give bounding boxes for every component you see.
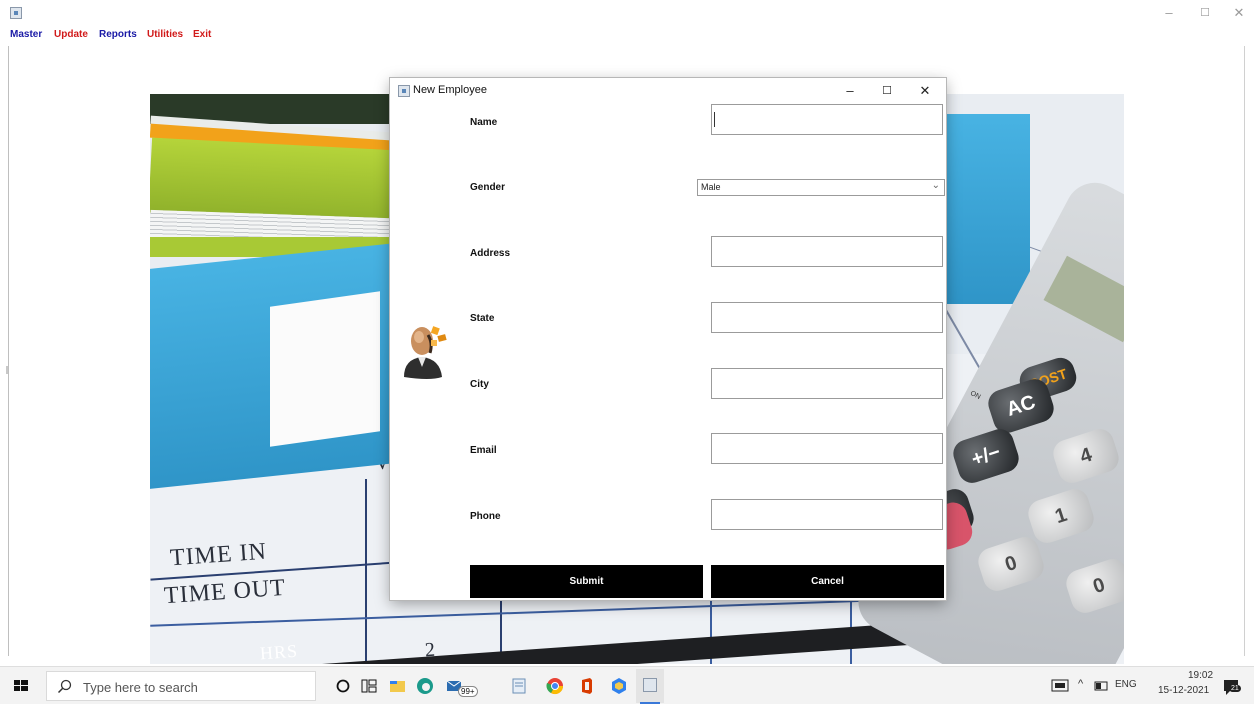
employee-avatar-icon xyxy=(404,326,447,379)
cortana-icon[interactable] xyxy=(332,675,354,697)
right-border xyxy=(1244,46,1245,656)
language-indicator[interactable]: ENG xyxy=(1115,679,1137,690)
search-placeholder: Type here to search xyxy=(83,680,198,695)
title-bar: – ☐ ✕ xyxy=(0,0,1254,26)
taskbar-search-box[interactable]: Type here to search xyxy=(46,671,316,701)
email-label: Email xyxy=(470,445,497,456)
gender-label: Gender xyxy=(470,182,506,193)
search-icon xyxy=(57,679,72,694)
new-employee-dialog: New Employee – ☐ ✕ Name Gender Address S… xyxy=(390,78,946,600)
java-app-icon xyxy=(10,7,22,19)
java-app-icon xyxy=(398,85,410,97)
task-view-icon[interactable] xyxy=(358,675,380,697)
office-icon[interactable] xyxy=(576,675,598,697)
grid-line xyxy=(365,479,367,664)
dialog-title: New Employee xyxy=(413,84,487,96)
menu-exit[interactable]: Exit xyxy=(193,29,211,40)
windows-start-icon[interactable] xyxy=(10,675,32,697)
left-border-mark xyxy=(6,366,8,374)
app-hexagon-icon[interactable] xyxy=(608,675,630,697)
maximize-button[interactable]: ☐ xyxy=(1194,4,1216,22)
clock-time[interactable]: 19:02 xyxy=(1188,670,1213,681)
menu-master[interactable]: Master xyxy=(10,29,42,40)
city-input[interactable] xyxy=(711,368,943,399)
submit-button[interactable]: Submit xyxy=(470,565,703,598)
chrome-icon[interactable] xyxy=(544,675,566,697)
clock-date[interactable]: 15-12-2021 xyxy=(1158,685,1209,696)
binder-blue-right xyxy=(945,114,1030,304)
name-label: Name xyxy=(470,117,498,128)
menu-reports[interactable]: Reports xyxy=(99,29,137,40)
notepad-icon[interactable] xyxy=(508,675,530,697)
cancel-button[interactable]: Cancel xyxy=(711,565,944,598)
city-label: City xyxy=(470,379,489,390)
minimize-button[interactable]: – xyxy=(1158,4,1180,22)
taskbar: Type here to search 99+ ^ ENG 19:02 15-1… xyxy=(0,666,1254,704)
gender-select[interactable]: Male ⌄ xyxy=(697,179,945,196)
phone-label: Phone xyxy=(470,511,501,522)
edge-icon[interactable] xyxy=(414,675,436,697)
java-app-icon xyxy=(643,678,657,692)
keyboard-icon[interactable] xyxy=(1050,677,1070,695)
name-input[interactable] xyxy=(711,104,943,135)
two-text: 2 xyxy=(424,638,437,662)
close-button[interactable]: ✕ xyxy=(1228,4,1250,22)
java-taskbar-item[interactable] xyxy=(636,669,664,703)
notification-count: 21 xyxy=(1229,685,1241,692)
email-input[interactable] xyxy=(711,433,943,464)
menu-utilities[interactable]: Utilities xyxy=(147,29,183,40)
chevron-up-icon[interactable]: ^ xyxy=(1078,678,1083,690)
state-input[interactable] xyxy=(711,302,943,333)
battery-icon[interactable] xyxy=(1093,679,1111,693)
phone-input[interactable] xyxy=(711,499,943,530)
address-label: Address xyxy=(470,248,511,259)
mail-badge: 99+ xyxy=(458,686,478,697)
file-explorer-icon[interactable] xyxy=(386,675,408,697)
dialog-minimize-button[interactable]: – xyxy=(840,82,860,100)
binder-label xyxy=(270,291,380,447)
dialog-title-bar: New Employee – ☐ ✕ xyxy=(390,78,946,104)
state-label: State xyxy=(470,313,495,324)
menu-update[interactable]: Update xyxy=(54,29,88,40)
hrs-text: HRS xyxy=(259,640,299,664)
gender-selected-value: Male xyxy=(701,182,721,192)
text-caret xyxy=(714,112,715,127)
dialog-maximize-button[interactable]: ☐ xyxy=(877,82,897,100)
chevron-down-icon: ⌄ xyxy=(931,180,940,191)
dialog-close-button[interactable]: ✕ xyxy=(915,82,935,100)
address-input[interactable] xyxy=(711,236,943,267)
left-border xyxy=(8,46,9,656)
